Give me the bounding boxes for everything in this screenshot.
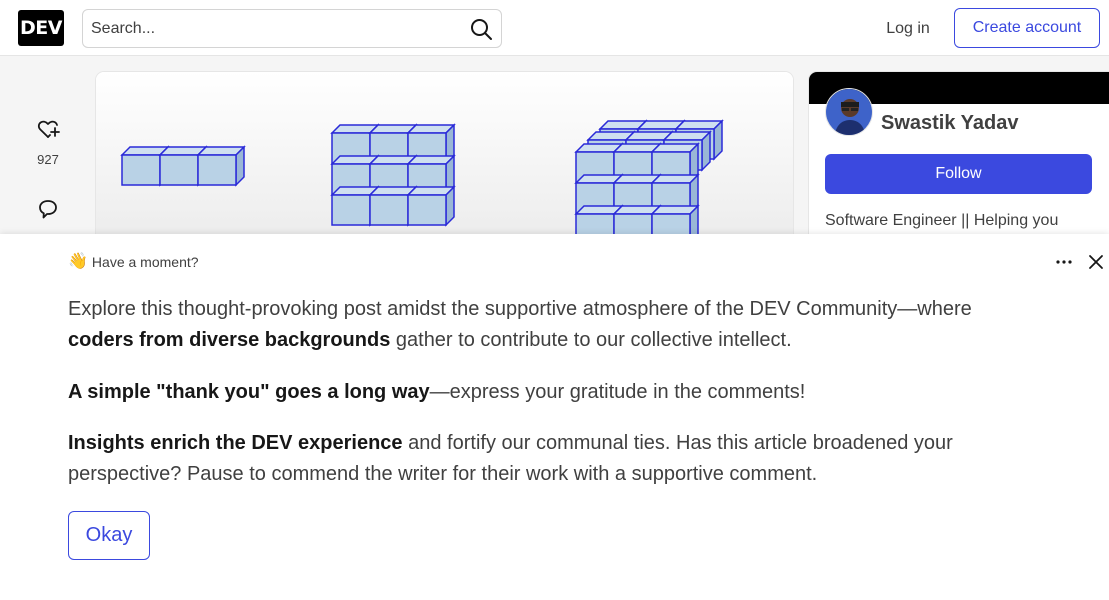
article-cover-image [96,72,793,242]
modal-header: 👋 Have a moment? [68,252,199,272]
follow-button[interactable]: Follow [825,154,1092,194]
search-input[interactable] [83,10,453,47]
login-link[interactable]: Log in [872,9,944,48]
reactions-rail: 927 [0,57,96,237]
search-icon[interactable] [469,17,493,41]
close-icon[interactable] [1084,250,1108,274]
modal-paragraph-explore: Explore this thought-provoking post amid… [68,298,972,351]
top-header: DEV Log in Create account [0,0,1109,56]
reaction-count: 927 [37,152,59,167]
search-box[interactable] [82,9,502,48]
waving-hand-icon: 👋 [68,253,88,270]
modal-title: Have a moment? [91,254,199,270]
dev-logo[interactable]: DEV [18,10,64,46]
cube-stack-illustration [121,120,723,242]
heart-plus-icon[interactable] [36,117,60,141]
modal-paragraph-insights: Insights enrich the DEV experience and f… [68,432,953,485]
okay-button[interactable]: Okay [68,511,150,560]
avatar[interactable] [825,88,873,136]
more-options-icon[interactable] [1052,250,1076,274]
modal-paragraph-thanks: A simple "thank you" goes a long way—exp… [68,381,806,403]
comment-icon[interactable] [36,197,60,221]
engagement-modal: 👋 Have a moment? Explore this thought-pr… [0,234,1109,600]
author-name[interactable]: Swastik Yadav [881,112,1019,135]
article-card [96,72,793,242]
author-bio: Software Engineer || Helping you [825,212,1059,229]
author-card: Swastik Yadav Follow Software Engineer |… [809,72,1109,242]
create-account-button[interactable]: Create account [954,8,1100,48]
